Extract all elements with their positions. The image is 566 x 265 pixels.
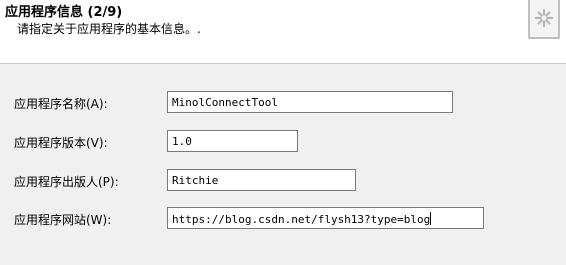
- app-publisher-value: Ritchie: [172, 174, 219, 187]
- app-website-value: https://blog.csdn.net/flysh13?type=blog: [172, 213, 431, 226]
- page-subtitle: 请指定关于应用程序的基本信息。.: [17, 22, 201, 36]
- app-name-label: 应用程序名称(A):: [14, 97, 108, 111]
- document-gear-icon: [528, 0, 560, 39]
- text-caret: [430, 212, 432, 225]
- app-website-label: 应用程序网站(W):: [14, 213, 112, 227]
- app-version-row: 应用程序版本(V): 1.0: [0, 130, 566, 154]
- app-version-value: 1.0: [172, 135, 192, 148]
- app-publisher-row: 应用程序出版人(P): Ritchie: [0, 169, 566, 193]
- wizard-header: 应用程序信息 (2/9) 请指定关于应用程序的基本信息。.: [0, 0, 566, 64]
- app-website-input[interactable]: https://blog.csdn.net/flysh13?type=blog: [167, 207, 484, 229]
- app-name-value: MinolConnectTool: [172, 96, 278, 109]
- app-version-label: 应用程序版本(V):: [14, 136, 108, 150]
- page-title: 应用程序信息 (2/9): [5, 5, 123, 20]
- app-website-row: 应用程序网站(W): https://blog.csdn.net/flysh13…: [0, 207, 566, 231]
- app-name-input[interactable]: MinolConnectTool: [167, 91, 453, 113]
- app-publisher-input[interactable]: Ritchie: [167, 169, 356, 191]
- app-version-input[interactable]: 1.0: [167, 130, 298, 152]
- app-publisher-label: 应用程序出版人(P):: [14, 175, 119, 189]
- app-name-row: 应用程序名称(A): MinolConnectTool: [0, 91, 566, 115]
